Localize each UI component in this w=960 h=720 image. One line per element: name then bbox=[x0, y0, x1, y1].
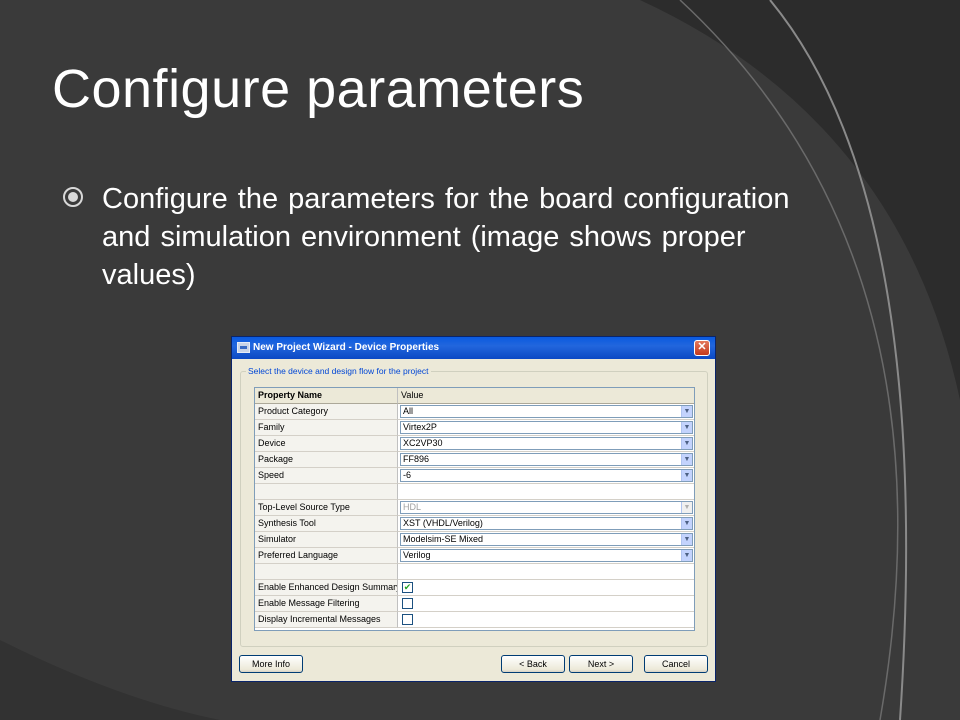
close-button[interactable]: ✕ bbox=[694, 340, 710, 356]
cancel-button[interactable]: Cancel bbox=[644, 655, 708, 673]
dropdown-selected-value: FF896 bbox=[403, 454, 430, 464]
property-name: Speed bbox=[255, 468, 398, 484]
property-value-cell: HDL ▼ bbox=[398, 500, 694, 516]
chevron-down-icon[interactable]: ▼ bbox=[681, 518, 692, 529]
dropdown-selected-value: HDL bbox=[403, 502, 422, 512]
chevron-down-icon[interactable]: ▼ bbox=[681, 534, 692, 545]
device-properties-dialog: New Project Wizard - Device Properties ✕… bbox=[231, 336, 716, 682]
property-value-dropdown[interactable]: FF896 ▼ bbox=[400, 453, 693, 466]
dropdown-selected-value: Modelsim-SE Mixed bbox=[403, 534, 484, 544]
property-value-cell: Verilog ▼ bbox=[398, 548, 694, 564]
property-row: Display Incremental Messages bbox=[255, 612, 694, 628]
dropdown-selected-value: XC2VP30 bbox=[403, 438, 443, 448]
property-row: Package FF896 ▼ bbox=[255, 452, 694, 468]
property-value-cell: ✔ bbox=[398, 580, 694, 596]
next-button[interactable]: Next > bbox=[569, 655, 633, 673]
property-name: Enable Enhanced Design Summary bbox=[255, 580, 398, 596]
property-value-cell bbox=[398, 596, 694, 612]
header-value: Value bbox=[398, 388, 694, 404]
wizard-icon bbox=[237, 342, 250, 353]
property-name: Synthesis Tool bbox=[255, 516, 398, 532]
close-icon: ✕ bbox=[697, 341, 707, 353]
property-value-cell bbox=[398, 564, 694, 580]
bullet-text: Configure the parameters for the board c… bbox=[102, 183, 790, 291]
property-name: Product Category bbox=[255, 404, 398, 420]
property-name: Package bbox=[255, 452, 398, 468]
chevron-down-icon[interactable]: ▼ bbox=[681, 470, 692, 481]
dropdown-selected-value: Virtex2P bbox=[403, 422, 437, 432]
chevron-down-icon[interactable]: ▼ bbox=[681, 406, 692, 417]
dropdown-selected-value: Verilog bbox=[403, 550, 431, 560]
back-button[interactable]: < Back bbox=[501, 655, 565, 673]
header-property-name: Property Name bbox=[255, 388, 398, 404]
property-value-dropdown[interactable]: Verilog ▼ bbox=[400, 549, 693, 562]
dropdown-selected-value: -6 bbox=[403, 470, 412, 480]
property-value-dropdown[interactable]: Modelsim-SE Mixed ▼ bbox=[400, 533, 693, 546]
property-value-dropdown[interactable]: XST (VHDL/Verilog) ▼ bbox=[400, 517, 693, 530]
property-value-dropdown[interactable]: XC2VP30 ▼ bbox=[400, 437, 693, 450]
grid-spacer-row bbox=[255, 564, 694, 580]
property-row: Top-Level Source Type HDL ▼ bbox=[255, 500, 694, 516]
property-value-dropdown[interactable]: Virtex2P ▼ bbox=[400, 421, 693, 434]
property-name bbox=[255, 564, 398, 580]
chevron-down-icon[interactable]: ▼ bbox=[681, 422, 692, 433]
property-value-cell: All ▼ bbox=[398, 404, 694, 420]
property-row: Preferred Language Verilog ▼ bbox=[255, 548, 694, 564]
property-value-dropdown: HDL ▼ bbox=[400, 501, 693, 514]
checkmark-icon: ✔ bbox=[403, 582, 412, 592]
property-row: Enable Enhanced Design Summary ✔ bbox=[255, 580, 694, 596]
property-value-cell bbox=[398, 484, 694, 500]
property-value-cell: -6 ▼ bbox=[398, 468, 694, 484]
property-row: Enable Message Filtering bbox=[255, 596, 694, 612]
grid-spacer-row bbox=[255, 484, 694, 500]
property-checkbox[interactable] bbox=[402, 614, 413, 625]
property-name: Device bbox=[255, 436, 398, 452]
property-row: Synthesis Tool XST (VHDL/Verilog) ▼ bbox=[255, 516, 694, 532]
property-row: Family Virtex2P ▼ bbox=[255, 420, 694, 436]
property-row: Product Category All ▼ bbox=[255, 404, 694, 420]
more-info-button[interactable]: More Info bbox=[239, 655, 303, 673]
property-name: Family bbox=[255, 420, 398, 436]
property-grid: Property Name Value Product Category All ▼… bbox=[254, 387, 695, 631]
group-label: Select the device and design flow for th… bbox=[246, 366, 431, 376]
property-name: Simulator bbox=[255, 532, 398, 548]
dropdown-selected-value: XST (VHDL/Verilog) bbox=[403, 518, 483, 528]
property-row: Device XC2VP30 ▼ bbox=[255, 436, 694, 452]
chevron-down-icon[interactable]: ▼ bbox=[681, 438, 692, 449]
chevron-down-icon: ▼ bbox=[681, 502, 692, 513]
dropdown-selected-value: All bbox=[403, 406, 414, 416]
property-value-cell: XC2VP30 ▼ bbox=[398, 436, 694, 452]
property-name: Preferred Language bbox=[255, 548, 398, 564]
property-value-dropdown[interactable]: All ▼ bbox=[400, 405, 693, 418]
property-value-cell: XST (VHDL/Verilog) ▼ bbox=[398, 516, 694, 532]
property-value-cell: Virtex2P ▼ bbox=[398, 420, 694, 436]
property-row: Simulator Modelsim-SE Mixed ▼ bbox=[255, 532, 694, 548]
property-value-dropdown[interactable]: -6 ▼ bbox=[400, 469, 693, 482]
target-bullet-icon bbox=[63, 187, 83, 207]
property-name: Enable Message Filtering bbox=[255, 596, 398, 612]
chevron-down-icon[interactable]: ▼ bbox=[681, 454, 692, 465]
property-checkbox[interactable] bbox=[402, 598, 413, 609]
dialog-titlebar[interactable]: New Project Wizard - Device Properties ✕ bbox=[232, 337, 715, 359]
grid-header: Property Name Value bbox=[255, 388, 694, 404]
slide-title: Configure parameters bbox=[52, 59, 585, 119]
property-name: Top-Level Source Type bbox=[255, 500, 398, 516]
property-name: Display Incremental Messages bbox=[255, 612, 398, 628]
property-checkbox[interactable]: ✔ bbox=[402, 582, 413, 593]
property-row: Speed -6 ▼ bbox=[255, 468, 694, 484]
property-value-cell: Modelsim-SE Mixed ▼ bbox=[398, 532, 694, 548]
property-value-cell: FF896 ▼ bbox=[398, 452, 694, 468]
dialog-title: New Project Wizard - Device Properties bbox=[253, 342, 440, 353]
property-name bbox=[255, 484, 398, 500]
property-value-cell bbox=[398, 612, 694, 628]
chevron-down-icon[interactable]: ▼ bbox=[681, 550, 692, 561]
